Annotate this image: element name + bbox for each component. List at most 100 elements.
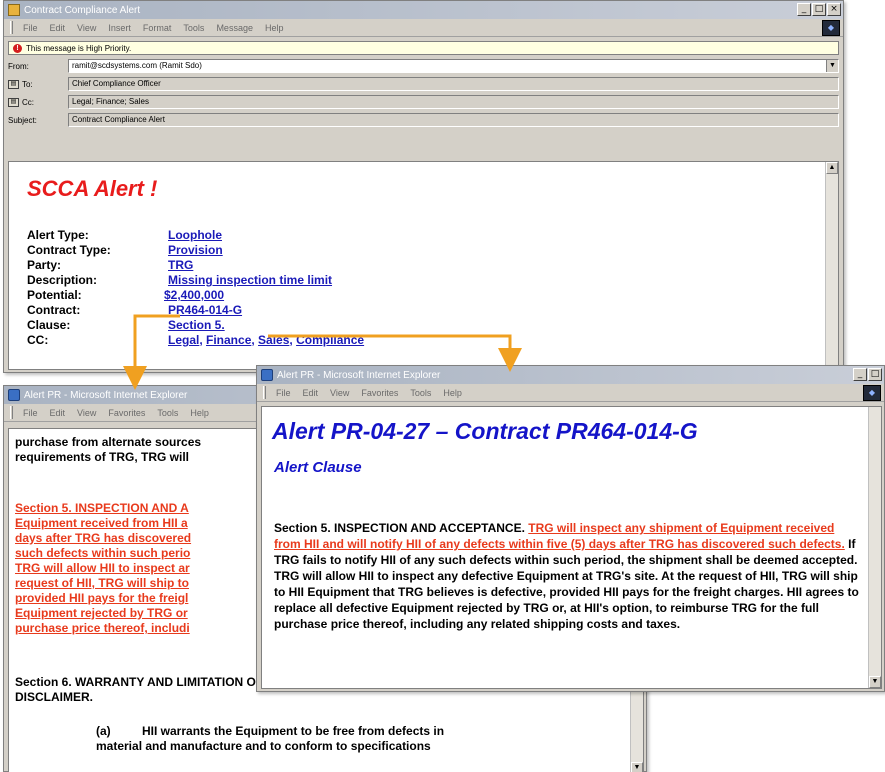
party-label: Party: [27, 258, 62, 272]
potential-link[interactable]: $2,400,000 [164, 288, 224, 303]
description-label: Description: [27, 273, 98, 287]
cc-label-wrap[interactable]: ▤ Cc: [8, 97, 68, 107]
alert-type-link[interactable]: Loophole [168, 228, 222, 243]
right-scrollbar[interactable]: ▼ [868, 407, 881, 688]
cc-field[interactable]: Legal; Finance; Sales [68, 95, 839, 109]
cc-label: Cc: [22, 97, 34, 107]
doc-line: requirements of TRG, TRG will [15, 450, 190, 464]
menu-help[interactable]: Help [190, 408, 209, 418]
menu-file[interactable]: File [23, 408, 38, 418]
right-menubar: File Edit View Favorites Tools Help ◆ [257, 384, 884, 402]
internet-explorer-icon [8, 389, 20, 401]
from-value: ramit@scdsystems.com (Ramit Sdo) [72, 61, 202, 70]
right-titlebar[interactable]: Alert PR - Microsoft Internet Explorer _… [257, 366, 884, 384]
cc-list-label: CC: [27, 333, 49, 347]
from-field[interactable]: ramit@scdsystems.com (Ramit Sdo) ▼ [68, 59, 839, 73]
right-title: Alert PR - Microsoft Internet Explorer [277, 369, 441, 381]
mail-window: Contract Compliance Alert _ □ × File Edi… [3, 0, 844, 373]
menu-tools[interactable]: Tools [157, 408, 178, 418]
minimize-button[interactable]: _ [853, 368, 867, 381]
contract-type-label: Contract Type: [27, 243, 111, 257]
menu-tools[interactable]: Tools [183, 23, 204, 33]
maximize-button[interactable]: □ [868, 368, 882, 381]
contract-link[interactable]: PR464-014-G [168, 303, 242, 318]
mail-title: Contract Compliance Alert [24, 4, 141, 16]
minimize-button[interactable]: _ [797, 3, 811, 16]
cc-link-legal[interactable]: Legal [168, 333, 199, 347]
right-document: Alert PR-04-27 – Contract PR464-014-G Al… [261, 406, 882, 689]
priority-text: This message is High Priority. [26, 43, 132, 53]
to-field[interactable]: Chief Compliance Officer [68, 77, 839, 91]
from-row: From: ramit@scdsystems.com (Ramit Sdo) ▼ [8, 57, 839, 75]
subject-label: Subject: [8, 115, 37, 125]
cc-links: Legal, Finance, Sales, Compliance [168, 333, 365, 347]
clause-line: request of HII, TRG will ship to [15, 576, 190, 590]
toolbar-grip[interactable] [263, 386, 266, 399]
menu-edit[interactable]: Edit [50, 408, 66, 418]
cc-link-finance[interactable]: Finance [206, 333, 251, 347]
clause-paragraph: Section 5. INSPECTION AND ACCEPTANCE. TR… [274, 520, 864, 632]
menu-view[interactable]: View [77, 408, 96, 418]
potential-label: Potential: [27, 288, 82, 302]
clause-line: such defects within such perio [15, 546, 191, 560]
to-label-wrap[interactable]: ▤ To: [8, 79, 68, 89]
mail-scrollbar[interactable]: ▲ [825, 162, 838, 369]
scroll-up-icon[interactable]: ▲ [826, 162, 838, 174]
window-controls: _ □ × [797, 3, 841, 16]
doc-line: HII warrants the Equipment to be free fr… [142, 724, 445, 738]
menu-format[interactable]: Format [143, 23, 172, 33]
toolbar-grip[interactable] [10, 21, 13, 34]
menu-view[interactable]: View [77, 23, 96, 33]
menu-favorites[interactable]: Favorites [108, 408, 145, 418]
scroll-down-icon[interactable]: ▼ [869, 676, 881, 688]
clause-line: TRG will allow HII to inspect ar [15, 561, 190, 575]
clause-rest: If TRG fails to notify HII of any such d… [274, 537, 859, 631]
toolbar-grip[interactable] [10, 406, 13, 419]
menu-file[interactable]: File [23, 23, 38, 33]
menu-message[interactable]: Message [216, 23, 253, 33]
from-label: From: [8, 61, 29, 71]
envelope-icon [8, 4, 20, 16]
menu-file[interactable]: File [276, 388, 291, 398]
menu-help[interactable]: Help [265, 23, 284, 33]
alert-clause-subtitle: Alert Clause [274, 459, 362, 476]
clause-line: Equipment rejected by TRG or [15, 606, 188, 620]
right-browser-window: Alert PR - Microsoft Internet Explorer _… [256, 365, 885, 692]
clause-prefix: Section 5. INSPECTION AND ACCEPTANCE. [274, 521, 525, 535]
clause-line: purchase price thereof, includi [15, 621, 190, 635]
scroll-down-icon[interactable]: ▼ [631, 762, 643, 772]
mail-menubar: File Edit View Insert Format Tools Messa… [4, 19, 843, 37]
clause-line: days after TRG has discovered [15, 531, 192, 545]
menu-favorites[interactable]: Favorites [361, 388, 398, 398]
close-button[interactable]: × [827, 3, 841, 16]
maximize-button[interactable]: □ [812, 3, 826, 16]
left-title: Alert PR - Microsoft Internet Explorer [24, 389, 188, 401]
contract-label: Contract: [27, 303, 81, 317]
internet-explorer-icon [261, 369, 273, 381]
contract-type-link[interactable]: Provision [168, 243, 223, 258]
to-label: To: [22, 79, 33, 89]
menu-help[interactable]: Help [443, 388, 462, 398]
menu-tools[interactable]: Tools [410, 388, 431, 398]
menu-insert[interactable]: Insert [108, 23, 131, 33]
mail-titlebar[interactable]: Contract Compliance Alert _ □ × [4, 1, 843, 19]
description-link[interactable]: Missing inspection time limit [168, 273, 332, 288]
menu-view[interactable]: View [330, 388, 349, 398]
clause-line: provided HII pays for the freigl [15, 591, 189, 605]
subsection-label: (a) [96, 724, 111, 738]
chevron-down-icon[interactable]: ▼ [826, 60, 838, 72]
cc-link-sales[interactable]: Sales [258, 333, 289, 347]
subject-row: Subject: Contract Compliance Alert [8, 111, 839, 129]
clause-label: Clause: [27, 318, 71, 332]
menu-edit[interactable]: Edit [303, 388, 319, 398]
clause-line: Equipment received from HII a [15, 516, 188, 530]
party-link[interactable]: TRG [168, 258, 193, 273]
subject-field[interactable]: Contract Compliance Alert [68, 113, 839, 127]
clause-link[interactable]: Section 5. [168, 318, 225, 333]
cc-link-compliance[interactable]: Compliance [296, 333, 364, 347]
mail-body: SCCA Alert ! Alert Type: Loophole Contra… [8, 161, 839, 370]
doc-line: material and manufacture and to conform … [96, 739, 431, 753]
menu-edit[interactable]: Edit [50, 23, 66, 33]
high-priority-icon: ! [13, 43, 22, 53]
window-controls: _ □ [853, 368, 882, 381]
